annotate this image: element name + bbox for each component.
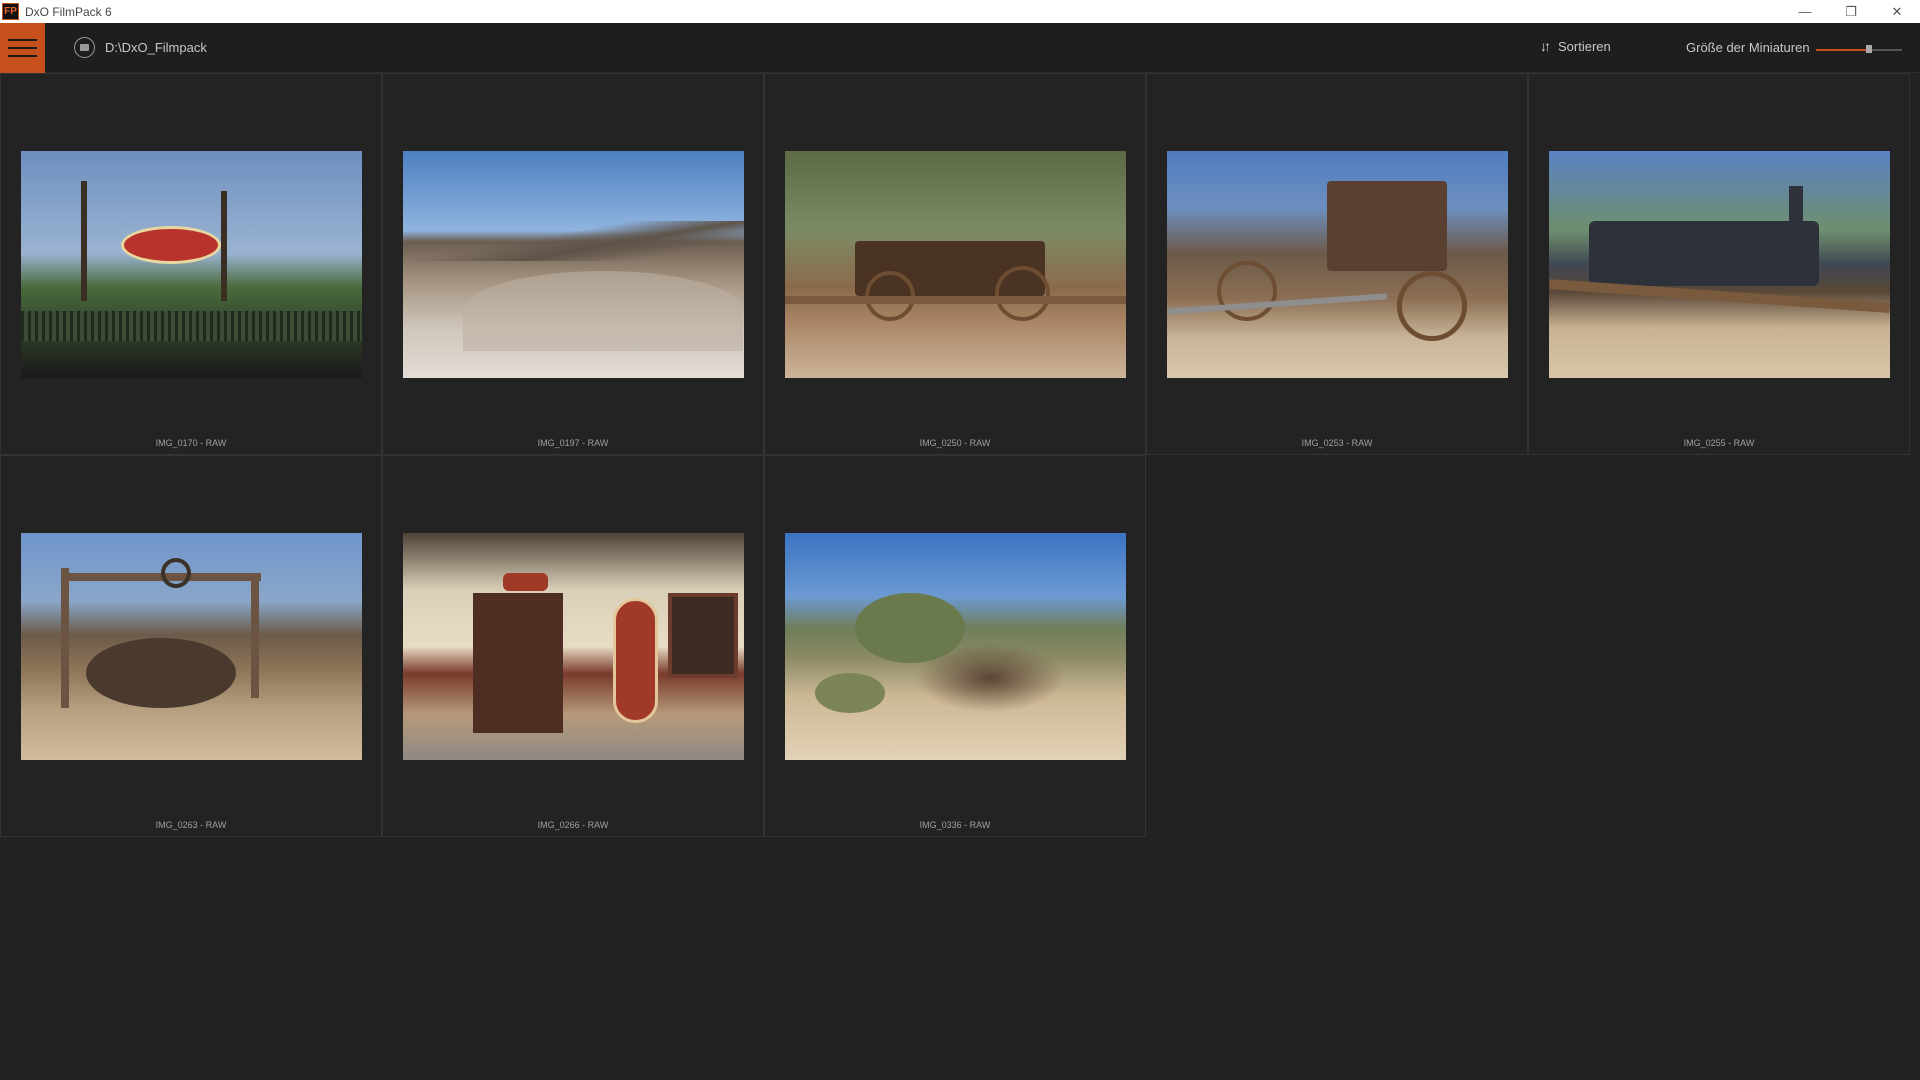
folder-browse-icon[interactable] (74, 37, 95, 58)
thumbnail-cell[interactable]: IMG_0250 - RAW (764, 73, 1146, 455)
thumbnail-label: IMG_0336 - RAW (919, 820, 991, 830)
restore-button[interactable]: ❐ (1828, 0, 1874, 23)
menu-bar-icon (8, 39, 37, 41)
thumbnail-image[interactable] (403, 533, 744, 760)
thumbnail-label: IMG_0263 - RAW (155, 820, 227, 830)
thumbnail-size-slider[interactable] (1816, 43, 1902, 55)
thumbnail-cell[interactable]: IMG_0336 - RAW (764, 455, 1146, 837)
thumbnail-label: IMG_0255 - RAW (1683, 438, 1755, 448)
thumbnail-label: IMG_0253 - RAW (1301, 438, 1373, 448)
thumbnail-image[interactable] (1167, 151, 1508, 378)
sort-arrows-icon: ↓↑ (1540, 38, 1551, 54)
thumbnail-label: IMG_0197 - RAW (537, 438, 609, 448)
window-titlebar: FP DxO FilmPack 6 — ❐ ✕ (0, 0, 1920, 23)
thumbnail-image[interactable] (21, 151, 362, 378)
thumbnail-label: IMG_0250 - RAW (919, 438, 991, 448)
window-title: DxO FilmPack 6 (25, 4, 112, 19)
thumbnail-image[interactable] (785, 151, 1126, 378)
menu-bar-icon (8, 55, 37, 57)
sort-label: Sortieren (1558, 38, 1611, 54)
thumbnail-cell[interactable]: IMG_0170 - RAW (0, 73, 382, 455)
hamburger-menu-button[interactable] (0, 23, 45, 73)
thumbnail-label: IMG_0266 - RAW (537, 820, 609, 830)
window-controls: — ❐ ✕ (1782, 0, 1920, 23)
app-logo-icon: FP (2, 3, 19, 20)
thumbnail-cell[interactable]: IMG_0255 - RAW (1528, 73, 1910, 455)
thumbnail-label: IMG_0170 - RAW (155, 438, 227, 448)
thumbnail-image[interactable] (785, 533, 1126, 760)
menu-bar-icon (8, 47, 37, 49)
thumbnail-cell[interactable]: IMG_0263 - RAW (0, 455, 382, 837)
folder-path[interactable]: D:\DxO_Filmpack (105, 40, 207, 55)
thumbnail-cell[interactable]: IMG_0253 - RAW (1146, 73, 1528, 455)
thumbnail-cell[interactable]: IMG_0197 - RAW (382, 73, 764, 455)
minimize-button[interactable]: — (1782, 0, 1828, 23)
app-toolbar: D:\DxO_Filmpack ↓↑ Sortieren Größe der M… (0, 23, 1920, 73)
sort-button[interactable]: ↓↑ Sortieren (1540, 38, 1611, 54)
thumbnail-image[interactable] (1549, 151, 1890, 378)
thumbnail-image[interactable] (21, 533, 362, 760)
thumbnail-image[interactable] (403, 151, 744, 378)
slider-handle[interactable] (1866, 45, 1873, 53)
close-button[interactable]: ✕ (1874, 0, 1920, 23)
thumbnail-cell[interactable]: IMG_0266 - RAW (382, 455, 764, 837)
thumbnail-size-label: Größe der Miniaturen (1686, 40, 1810, 55)
slider-fill (1816, 49, 1870, 51)
